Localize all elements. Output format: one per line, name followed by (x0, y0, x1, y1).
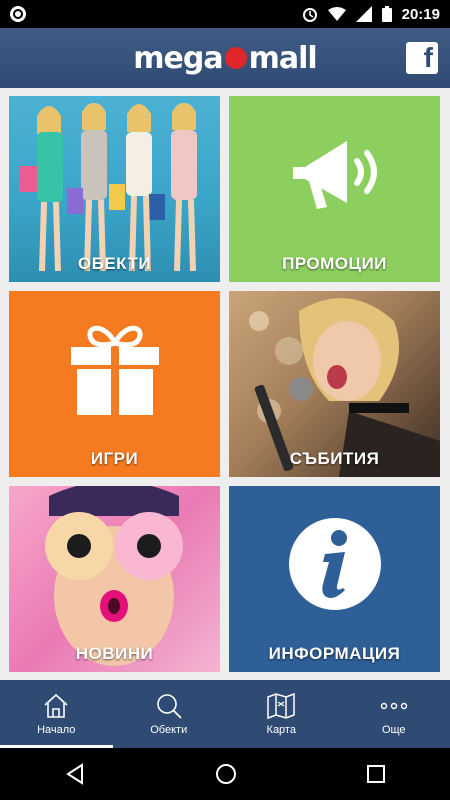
facebook-button[interactable]: f (406, 42, 438, 74)
logo-text-mega: mega (133, 40, 223, 76)
app-bar: mega mall f (0, 28, 450, 88)
back-icon[interactable] (64, 763, 86, 785)
megaphone-icon (292, 141, 377, 209)
facebook-icon: f (423, 42, 433, 73)
alarm-icon (302, 8, 317, 22)
nav-map[interactable]: Карта (225, 680, 338, 748)
bottom-navigation: Начало Обекти Карта Още (0, 680, 450, 748)
status-time: 20:19 (401, 5, 440, 23)
tile-promotions[interactable]: ПРОМОЦИИ (229, 96, 440, 282)
gift-icon (70, 325, 159, 415)
home-icon (44, 693, 68, 718)
tile-games[interactable]: ИГРИ (9, 291, 220, 477)
nav-more[interactable]: Още (338, 680, 450, 748)
logo-dot (224, 47, 247, 69)
wifi-icon (327, 7, 346, 21)
signal-icon (355, 6, 372, 22)
recents-icon[interactable] (366, 764, 386, 784)
more-icon (380, 702, 407, 710)
tile-events[interactable]: СЪБИТИЯ (229, 291, 440, 477)
status-icons: 20:19 (302, 6, 440, 23)
tile-information[interactable]: ИНФОРМАЦИЯ (229, 486, 440, 672)
tile-information-label: ИНФОРМАЦИЯ (268, 644, 401, 663)
nav-more-label: Още (381, 724, 406, 736)
tile-events-label: СЪБИТИЯ (289, 449, 380, 468)
system-navigation-bar (0, 748, 450, 800)
home-button-icon[interactable] (215, 763, 237, 785)
nav-home-label: Начало (37, 724, 76, 736)
map-icon (267, 692, 295, 720)
search-icon (156, 694, 182, 719)
megamall-logo[interactable]: mega mall (133, 40, 318, 76)
nav-objects-label: Обекти (150, 724, 188, 736)
status-bar: 20:19 (0, 0, 450, 28)
notification-icon (10, 6, 26, 22)
battery-icon (381, 6, 392, 22)
nav-home[interactable]: Начало (0, 680, 113, 748)
tile-objects[interactable]: ОБЕКТИ (9, 96, 220, 282)
nav-map-label: Карта (266, 724, 296, 736)
tile-news[interactable]: НОВИНИ (9, 486, 220, 672)
tile-objects-label: ОБЕКТИ (77, 254, 152, 273)
logo-text-mall: mall (248, 40, 318, 76)
menu-grid: ОБЕКТИ ПРОМОЦИИ ИГРИ СЪБИТИЯ НОВИНИ ИНФО… (0, 88, 450, 680)
nav-objects[interactable]: Обекти (113, 680, 226, 748)
tile-promotions-label: ПРОМОЦИИ (282, 254, 387, 273)
info-icon (288, 518, 381, 610)
tile-news-label: НОВИНИ (75, 644, 154, 663)
tile-games-label: ИГРИ (90, 449, 139, 468)
